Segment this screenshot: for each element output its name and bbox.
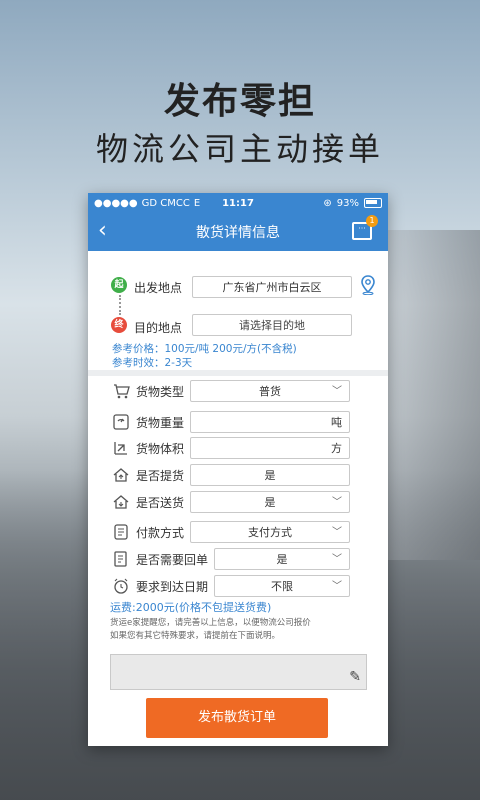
pickup-row: 是否提货 是: [88, 463, 388, 487]
receipt-row: 是否需要回单 是 ﹀: [88, 547, 388, 571]
pickup-select[interactable]: 是: [190, 464, 350, 486]
receipt-value: 是: [276, 553, 288, 566]
delivery-label: 是否送货: [136, 496, 185, 510]
route-dotted-line: [119, 295, 121, 315]
delivery-row: 是否送货 是 ﹀: [88, 490, 388, 514]
notice-text: 货运e家提醒您，请完善以上信息，以便物流公司报价 如果您有其它特殊要求，请提前在…: [110, 617, 365, 643]
house-up-icon: [113, 468, 129, 482]
destination-field[interactable]: 请选择目的地: [192, 314, 352, 336]
deadline-label: 要求到达日期: [136, 580, 209, 594]
freight-cost: 运费:2000元(价格不包提送货费): [110, 601, 272, 614]
cargo-volume-label: 货物体积: [136, 442, 185, 456]
cargo-volume-input[interactable]: 方: [190, 437, 350, 459]
navbar: ‹ 散货详情信息 ··· 1: [88, 213, 388, 251]
message-badge: 1: [366, 215, 378, 227]
chevron-down-icon: ﹀: [332, 581, 342, 592]
location-marker-icon[interactable]: [360, 275, 376, 295]
cargo-weight-label: 货物重量: [136, 416, 185, 430]
payment-value: 支付方式: [248, 526, 292, 539]
pencil-icon: ✎: [349, 669, 361, 685]
payment-icon: [114, 524, 128, 540]
origin-label: 出发地点: [134, 281, 183, 295]
cargo-type-label: 货物类型: [136, 385, 185, 399]
clock-icon: [114, 578, 128, 594]
volume-unit: 方: [331, 442, 342, 455]
receipt-select[interactable]: 是 ﹀: [214, 548, 350, 570]
cargo-type-select[interactable]: 普货 ﹀: [190, 380, 350, 402]
chevron-down-icon: ﹀: [332, 554, 342, 565]
remarks-textarea[interactable]: ✎: [110, 654, 367, 690]
section-divider: [88, 370, 388, 376]
volume-icon: [114, 442, 127, 455]
chevron-down-icon: ﹀: [332, 527, 342, 538]
deadline-row: 要求到达日期 不限 ﹀: [88, 574, 388, 598]
reference-price: 参考价格：100元/吨 200元/方(不含税): [112, 343, 297, 355]
destination-label: 目的地点: [134, 321, 183, 335]
pickup-label: 是否提货: [136, 469, 185, 483]
notice-line-2: 如果您有其它特殊要求，请提前在下面说明。: [110, 631, 281, 641]
delivery-select[interactable]: 是 ﹀: [190, 491, 350, 513]
weight-unit: 吨: [331, 416, 342, 429]
cargo-weight-input[interactable]: 吨: [190, 411, 350, 433]
notice-line-1: 货运e家提醒您，请完善以上信息，以便物流公司报价: [110, 618, 311, 628]
promo-title: 发布零担: [163, 81, 316, 122]
cargo-volume-row: 货物体积 方: [88, 436, 388, 460]
status-bar: ●●●●● GD CMCC E 11:17 ⊛ 93%: [88, 193, 388, 213]
scale-icon: [113, 414, 129, 430]
cargo-weight-row: 货物重量 吨: [88, 410, 388, 434]
reference-time: 参考时效：2-3天: [112, 357, 193, 369]
battery-icon: [364, 198, 382, 208]
receipt-label: 是否需要回单: [136, 553, 209, 567]
pickup-value: 是: [264, 469, 276, 482]
payment-label: 付款方式: [136, 526, 185, 540]
cargo-type-row: 货物类型 普货 ﹀: [88, 379, 388, 403]
cargo-type-value: 普货: [259, 385, 281, 398]
cart-icon: [114, 384, 130, 399]
origin-field[interactable]: 广东省广州市白云区: [192, 276, 352, 298]
clock: 11:17: [222, 197, 254, 209]
receipt-icon: [114, 551, 127, 567]
submit-order-button[interactable]: 发布散货订单: [146, 698, 328, 738]
chevron-down-icon: ﹀: [332, 497, 342, 508]
chevron-down-icon: ﹀: [332, 386, 342, 397]
back-arrow-icon[interactable]: ‹: [98, 220, 107, 242]
start-pin-icon: 起: [111, 277, 127, 293]
phone-screen: ●●●●● GD CMCC E 11:17 ⊛ 93% ‹ 散货详情信息 ···…: [88, 193, 388, 746]
payment-select[interactable]: 支付方式 ﹀: [190, 521, 350, 543]
deadline-select[interactable]: 不限 ﹀: [214, 575, 350, 597]
deadline-value: 不限: [271, 580, 293, 593]
payment-row: 付款方式 支付方式 ﹀: [88, 520, 388, 544]
end-pin-icon: 终: [111, 317, 127, 333]
delivery-value: 是: [264, 496, 276, 509]
page-title: 散货详情信息: [196, 225, 280, 241]
house-down-icon: [113, 495, 129, 509]
promo-subtitle: 物流公司主动接单: [95, 130, 384, 168]
